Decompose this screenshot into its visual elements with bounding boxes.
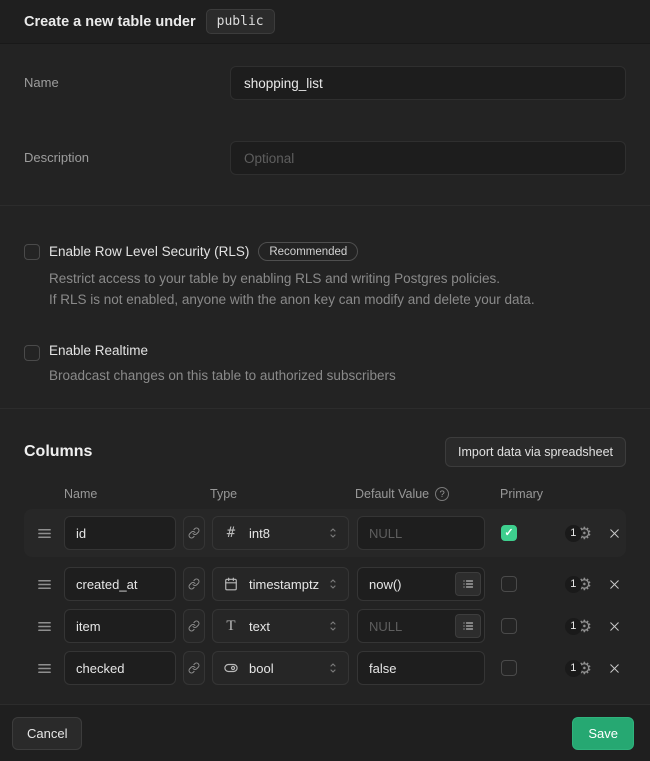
import-spreadsheet-button[interactable]: Import data via spreadsheet bbox=[445, 437, 626, 467]
realtime-description: Broadcast changes on this table to autho… bbox=[49, 365, 396, 386]
cancel-button[interactable]: Cancel bbox=[12, 717, 82, 750]
hash-icon: # bbox=[222, 525, 240, 541]
columns-section: Columns Import data via spreadsheet Name… bbox=[0, 409, 650, 705]
drag-handle-icon[interactable] bbox=[24, 577, 64, 592]
rls-label: Enable Row Level Security (RLS) bbox=[49, 244, 249, 259]
settings-count-badge: 1 bbox=[565, 576, 582, 593]
settings-count-badge: 1 bbox=[565, 618, 582, 635]
text-icon: T bbox=[222, 618, 240, 635]
chevron-updown-icon bbox=[327, 619, 339, 633]
realtime-checkbox[interactable] bbox=[24, 345, 40, 361]
remove-column-icon[interactable] bbox=[607, 661, 622, 676]
calendar-icon bbox=[222, 577, 240, 591]
chevron-updown-icon bbox=[327, 577, 339, 591]
column-row-checked: bool 1 ⚙ bbox=[24, 651, 626, 685]
column-default-input[interactable] bbox=[357, 516, 485, 550]
table-description-input[interactable] bbox=[230, 141, 626, 175]
columns-grid-headers: Name Type Default Value ? Primary bbox=[24, 487, 626, 501]
chevron-updown-icon bbox=[327, 661, 339, 675]
remove-column-icon[interactable] bbox=[607, 577, 622, 592]
rls-toggle-block: Enable Row Level Security (RLS) Recommen… bbox=[24, 242, 626, 310]
default-value-list-icon[interactable] bbox=[455, 614, 481, 638]
column-type-select[interactable]: timestamptz bbox=[212, 567, 349, 601]
recommended-badge: Recommended bbox=[258, 242, 358, 261]
realtime-toggle-block: Enable Realtime Broadcast changes on thi… bbox=[24, 343, 626, 386]
column-name-input[interactable] bbox=[64, 651, 176, 685]
toggle-icon bbox=[222, 661, 240, 675]
security-section: Enable Row Level Security (RLS) Recommen… bbox=[0, 206, 650, 409]
column-header-default: Default Value ? bbox=[355, 487, 500, 501]
primary-key-checkbox[interactable] bbox=[501, 576, 517, 592]
description-field-row: Description bbox=[24, 141, 626, 175]
drag-handle-icon[interactable] bbox=[24, 661, 64, 676]
primary-key-checkbox[interactable] bbox=[501, 660, 517, 676]
realtime-label: Enable Realtime bbox=[49, 343, 148, 358]
settings-count-badge: 1 bbox=[565, 660, 582, 677]
foreign-key-link-icon[interactable] bbox=[183, 516, 205, 550]
column-name-input[interactable] bbox=[64, 516, 176, 550]
primary-key-checkbox[interactable]: ✓ bbox=[501, 525, 517, 541]
page-title: Create a new table under bbox=[24, 14, 196, 30]
foreign-key-link-icon[interactable] bbox=[183, 651, 205, 685]
column-type-select[interactable]: # int8 bbox=[212, 516, 349, 550]
columns-title: Columns bbox=[24, 443, 92, 461]
dialog-header: Create a new table under public bbox=[0, 0, 650, 44]
schema-badge: public bbox=[206, 9, 275, 34]
column-row-id-highlight: # int8 ✓ 1 ⚙ bbox=[24, 509, 626, 557]
rls-checkbox[interactable] bbox=[24, 244, 40, 260]
table-name-input[interactable] bbox=[230, 66, 626, 100]
column-name-input[interactable] bbox=[64, 609, 176, 643]
column-type-select[interactable]: bool bbox=[212, 651, 349, 685]
column-type-select[interactable]: T text bbox=[212, 609, 349, 643]
foreign-key-link-icon[interactable] bbox=[183, 567, 205, 601]
chevron-updown-icon bbox=[327, 526, 339, 540]
name-field-row: Name bbox=[24, 66, 626, 100]
remove-column-icon[interactable] bbox=[607, 526, 622, 541]
settings-count-badge: 1 bbox=[565, 525, 582, 542]
column-row-id: # int8 ✓ 1 ⚙ bbox=[24, 516, 626, 550]
column-header-type: Type bbox=[210, 487, 355, 501]
foreign-key-link-icon[interactable] bbox=[183, 609, 205, 643]
rls-description: Restrict access to your table by enablin… bbox=[49, 268, 535, 310]
column-default-input[interactable] bbox=[357, 651, 485, 685]
column-row-created-at: timestamptz 1 ⚙ bbox=[24, 567, 626, 601]
save-button[interactable]: Save bbox=[572, 717, 634, 750]
column-row-item: T text 1 ⚙ bbox=[24, 609, 626, 643]
default-value-list-icon[interactable] bbox=[455, 572, 481, 596]
drag-handle-icon[interactable] bbox=[24, 526, 64, 541]
remove-column-icon[interactable] bbox=[607, 619, 622, 634]
table-info-section: Name Description bbox=[0, 44, 650, 206]
check-icon: ✓ bbox=[504, 528, 513, 539]
column-name-input[interactable] bbox=[64, 567, 176, 601]
dialog-footer: Cancel Save bbox=[0, 705, 650, 761]
primary-key-checkbox[interactable] bbox=[501, 618, 517, 634]
name-label: Name bbox=[24, 66, 230, 90]
column-header-primary: Primary bbox=[500, 487, 543, 501]
drag-handle-icon[interactable] bbox=[24, 619, 64, 634]
help-icon[interactable]: ? bbox=[435, 487, 449, 501]
description-label: Description bbox=[24, 141, 230, 165]
column-header-name: Name bbox=[64, 487, 210, 501]
